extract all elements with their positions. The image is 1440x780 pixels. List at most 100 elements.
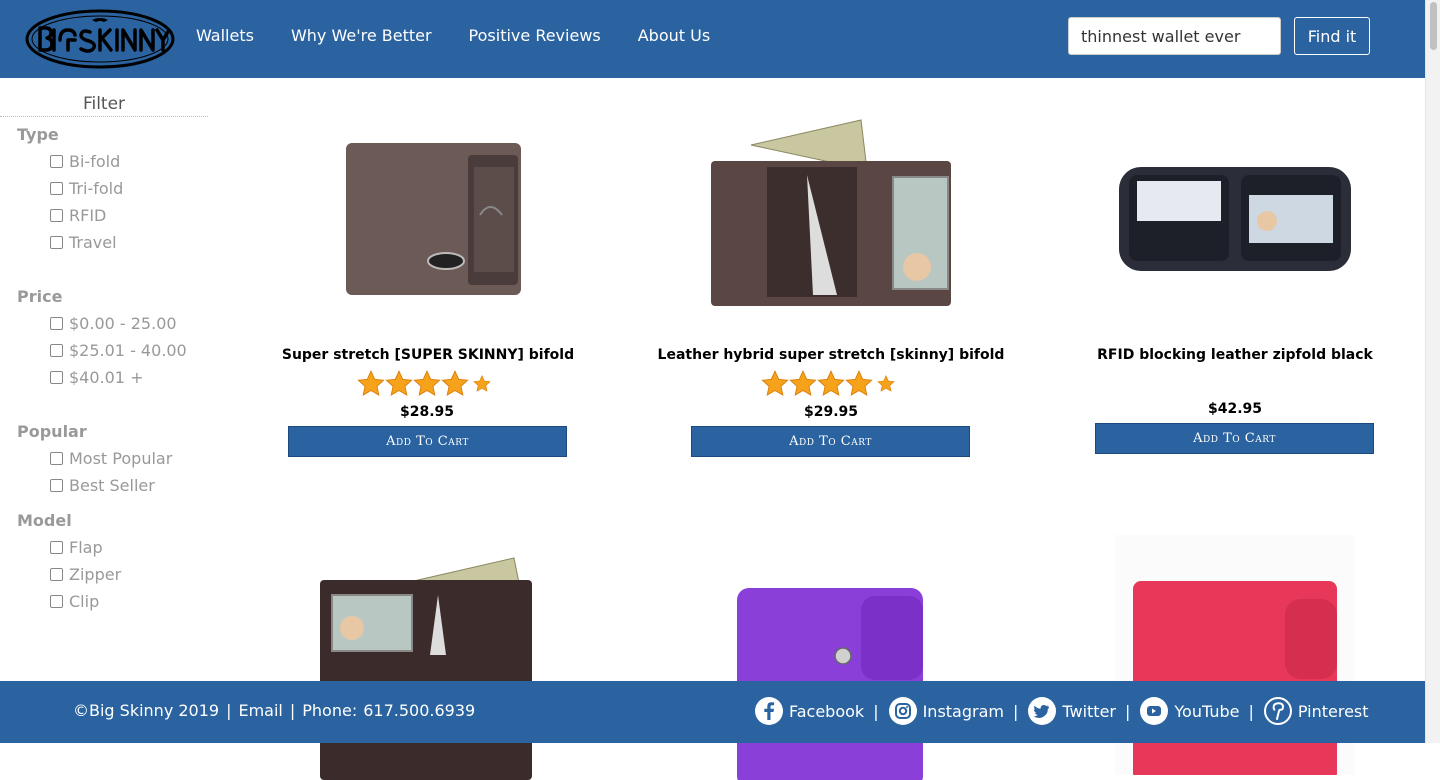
separator: | (289, 701, 296, 720)
product-rating (357, 370, 491, 398)
nav-item-wallets[interactable]: Wallets (196, 26, 254, 46)
youtube-icon (1140, 697, 1169, 725)
separator: | (1012, 701, 1019, 721)
filter-option-most-popular[interactable]: Most Popular (50, 449, 172, 468)
checkbox[interactable] (50, 344, 63, 357)
find-it-button[interactable]: Find it (1294, 17, 1370, 55)
filter-title: Filter (0, 94, 208, 117)
social-label: Facebook (789, 701, 865, 721)
filter-group-price-title: Price (17, 287, 63, 306)
nav-item-why-better[interactable]: Why We're Better (291, 26, 432, 46)
checkbox[interactable] (50, 371, 63, 384)
product-image-super-stretch-bifold[interactable] (308, 95, 548, 335)
nav-item-positive-reviews[interactable]: Positive Reviews (469, 26, 601, 46)
nav-item-about-us[interactable]: About Us (638, 26, 710, 46)
pinterest-link[interactable]: Pinterest (1263, 696, 1369, 726)
copyright-text: ©Big Skinny 2019 (73, 701, 220, 720)
separator: | (1125, 701, 1131, 721)
youtube-link[interactable]: YouTube (1139, 696, 1239, 726)
product-price: $42.95 (1207, 401, 1263, 417)
add-to-cart-button[interactable]: Add To Cart (691, 426, 970, 457)
half-star-icon (473, 375, 491, 392)
filter-option-price-low[interactable]: $0.00 - 25.00 (50, 314, 177, 333)
separator: | (873, 701, 879, 721)
checkbox[interactable] (50, 568, 63, 581)
checkbox[interactable] (50, 317, 63, 330)
filter-option-travel[interactable]: Travel (50, 233, 117, 252)
checkbox[interactable] (50, 236, 63, 249)
checkbox[interactable] (50, 209, 63, 222)
filter-option-label: Flap (69, 538, 103, 557)
social-label: Pinterest (1297, 701, 1369, 721)
filter-option-label: Bi-fold (69, 152, 121, 171)
filter-group-popular-title: Popular (17, 422, 87, 441)
product-image-purple-wallet[interactable] (711, 540, 951, 780)
page-scrollbar[interactable] (1425, 0, 1440, 743)
social-label: Instagram (922, 701, 1004, 721)
site-footer: ©Big Skinny 2019 | Email | Phone: 617.50… (0, 681, 1425, 743)
filter-option-price-mid[interactable]: $25.01 - 40.00 (50, 341, 187, 360)
checkbox[interactable] (50, 541, 63, 554)
big-skinny-logo[interactable] (24, 8, 176, 70)
product-price: $28.95 (399, 404, 455, 420)
star-icon (761, 370, 789, 397)
product-image-rfid-zipfold[interactable] (1115, 95, 1355, 335)
social-label: YouTube (1174, 701, 1240, 721)
filter-option-price-high[interactable]: $40.01 + (50, 368, 143, 387)
filter-option-label: $0.00 - 25.00 (69, 314, 177, 333)
filter-option-best-seller[interactable]: Best Seller (50, 476, 155, 495)
filter-option-label: $25.01 - 40.00 (69, 341, 187, 360)
footer-contact: ©Big Skinny 2019 | Email | Phone: 617.50… (73, 701, 475, 720)
main-nav: Wallets Why We're Better Positive Review… (196, 26, 747, 46)
twitter-link[interactable]: Twitter (1027, 696, 1116, 726)
product-image-leather-hybrid-bifold[interactable] (711, 95, 951, 335)
checkbox[interactable] (50, 595, 63, 608)
filter-option-label: $40.01 + (69, 368, 144, 387)
twitter-icon (1028, 697, 1057, 725)
filter-option-clip[interactable]: Clip (50, 592, 99, 611)
separator: | (1248, 701, 1254, 721)
instagram-link[interactable]: Instagram (888, 696, 1004, 726)
filter-group-type-title: Type (17, 125, 59, 144)
scrollbar-thumb[interactable] (1430, 2, 1437, 50)
facebook-link[interactable]: Facebook (754, 696, 864, 726)
separator: | (226, 701, 232, 720)
checkbox[interactable] (50, 182, 63, 195)
star-icon (845, 370, 873, 397)
filter-option-flap[interactable]: Flap (50, 538, 103, 557)
filter-sidebar: Filter Type Bi-fold Tri-fold RFID Travel… (0, 78, 208, 678)
filter-option-bi-fold[interactable]: Bi-fold (50, 152, 120, 171)
star-icon (357, 370, 385, 397)
filter-option-label: Clip (69, 592, 100, 611)
instagram-icon (888, 697, 917, 725)
filter-option-label: Tri-fold (69, 179, 124, 198)
filter-group-model-title: Model (17, 511, 72, 530)
product-name[interactable]: RFID blocking leather zipfold black (1055, 347, 1415, 363)
product-name[interactable]: Leather hybrid super stretch [skinny] bi… (651, 347, 1011, 363)
filter-option-zipper[interactable]: Zipper (50, 565, 121, 584)
star-icon (441, 370, 469, 397)
filter-option-label: RFID (69, 206, 107, 225)
add-to-cart-button[interactable]: Add To Cart (1095, 423, 1374, 454)
social-label: Twitter (1062, 701, 1116, 721)
star-icon (385, 370, 413, 397)
filter-option-tri-fold[interactable]: Tri-fold (50, 179, 123, 198)
search-input[interactable] (1068, 17, 1281, 55)
product-name[interactable]: Super stretch [SUPER SKINNY] bifold (248, 347, 608, 363)
star-icon (789, 370, 817, 397)
filter-option-rfid[interactable]: RFID (50, 206, 106, 225)
pinterest-icon (1263, 697, 1292, 725)
checkbox[interactable] (50, 479, 63, 492)
checkbox[interactable] (50, 452, 63, 465)
filter-option-label: Most Popular (69, 449, 173, 468)
top-navbar: Wallets Why We're Better Positive Review… (0, 0, 1425, 78)
filter-option-label: Travel (69, 233, 117, 252)
checkbox[interactable] (50, 155, 63, 168)
half-star-icon (877, 375, 895, 392)
email-link[interactable]: Email (238, 701, 282, 720)
add-to-cart-button[interactable]: Add To Cart (288, 426, 567, 457)
product-price: $29.95 (803, 404, 859, 420)
filter-option-label: Best Seller (69, 476, 155, 495)
product-image-bifold-id[interactable] (308, 540, 548, 780)
phone-number[interactable]: 617.500.6939 (363, 701, 475, 720)
